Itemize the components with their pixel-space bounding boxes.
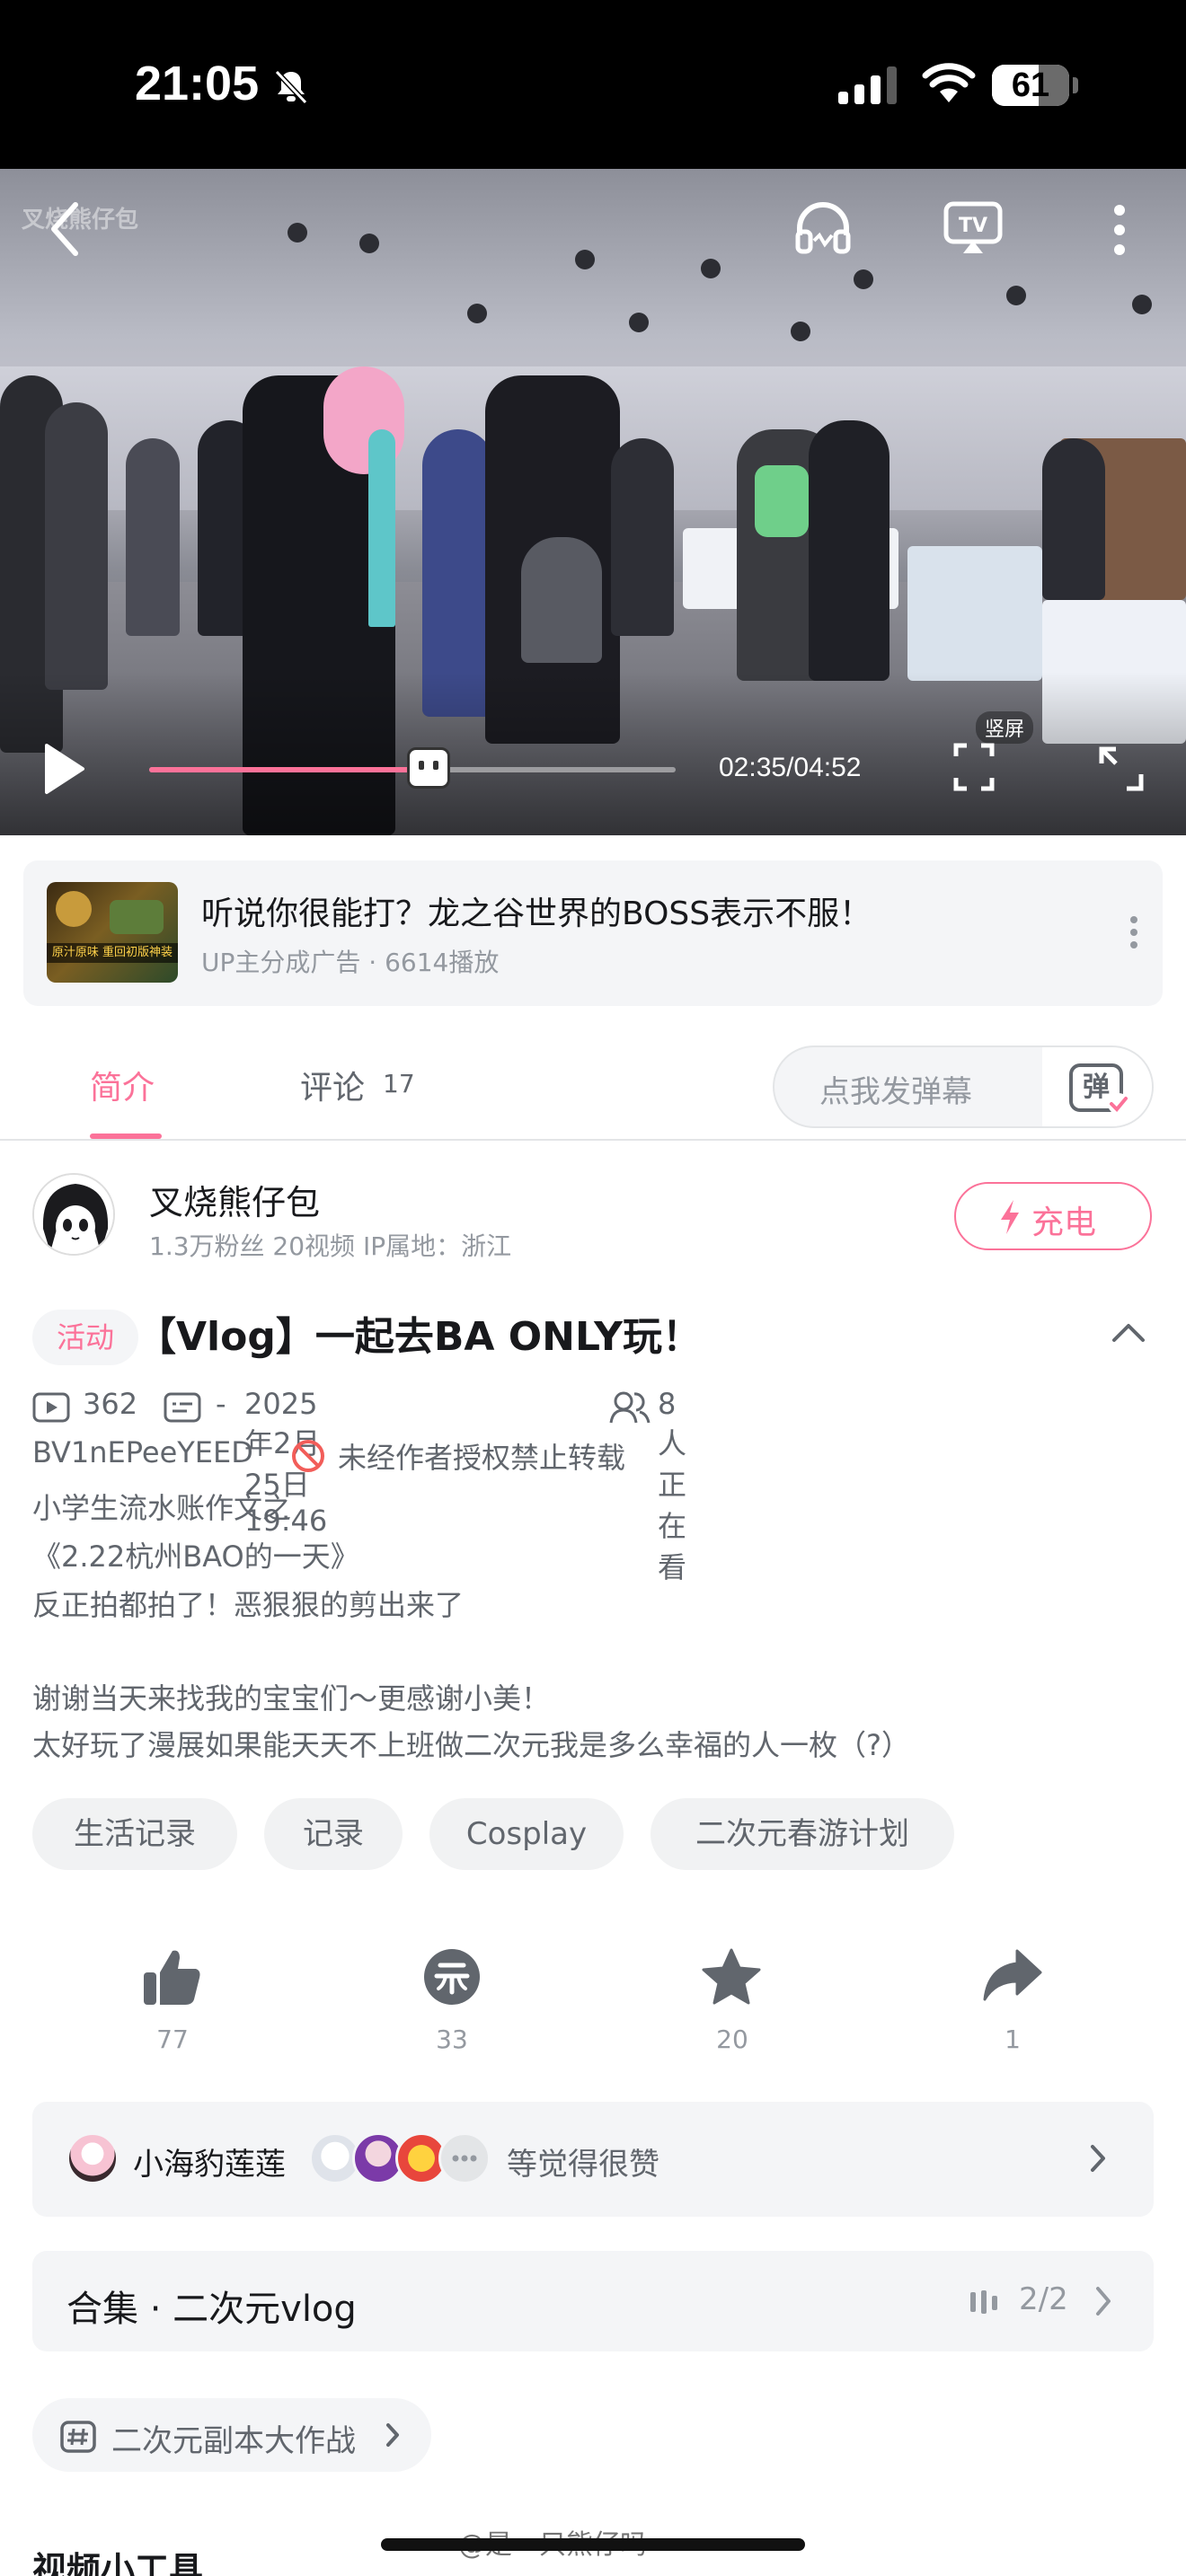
no-repost-notice: 未经作者授权禁止转载	[338, 1441, 626, 1475]
tv-cast-icon[interactable]: TV	[943, 201, 1003, 257]
tab-comments-count: 17	[383, 1069, 415, 1098]
topic-label: 二次元副本大作战	[111, 2423, 356, 2459]
liker-avatar	[66, 2132, 119, 2184]
danmaku-count-icon	[164, 1392, 201, 1423]
tools-section-title: 视频小工具	[32, 2550, 204, 2576]
wifi-icon	[922, 63, 976, 102]
battery-level: 61	[1011, 66, 1050, 104]
watching-icon	[609, 1391, 651, 1424]
danmaku-count: -	[216, 1387, 226, 1421]
danmaku-toggle-button[interactable]: 弹	[1042, 1047, 1152, 1126]
danmaku-input[interactable]: 点我发弹幕 弹	[773, 1045, 1154, 1128]
check-icon	[1108, 1093, 1129, 1115]
share-count: 1	[1005, 2025, 1021, 2054]
ad-thumbnail: 原汁原味 重回初版神装	[47, 882, 178, 983]
vertical-screen-label: 竖屏	[976, 711, 1034, 744]
watching-count: 8人正在看	[658, 1387, 687, 1584]
ad-thumb-text: 原汁原味 重回初版神装	[47, 943, 178, 963]
status-bar: 21:05 61	[0, 0, 1186, 169]
description-line: 谢谢当天来找我的宝宝们～更感谢小美！	[32, 1681, 551, 1716]
danmaku-placeholder: 点我发弹幕	[819, 1074, 972, 1110]
app-screen: { "status_bar": { "time": "21:05", "batt…	[0, 0, 1186, 2576]
headphones-icon[interactable]	[794, 199, 852, 255]
liked-by-text: 等觉得很赞	[507, 2147, 659, 2183]
topic-chip[interactable]: 二次元副本大作战	[32, 2398, 431, 2472]
charge-button[interactable]: 充电	[954, 1182, 1152, 1250]
share-icon[interactable]	[983, 1947, 1042, 2003]
more-likers-icon	[438, 2132, 491, 2184]
event-badge[interactable]: 活动	[32, 1310, 138, 1365]
chevron-up-icon[interactable]	[1111, 1322, 1146, 1344]
topic-hash-icon	[60, 2421, 96, 2453]
tabs-divider	[0, 1139, 1186, 1141]
coin-count: 33	[436, 2025, 468, 2054]
favorite-star-icon[interactable]	[701, 1947, 762, 2007]
tab-comments[interactable]: 评论	[300, 1062, 365, 1108]
status-time: 21:05	[135, 57, 260, 110]
fullscreen-icon[interactable]	[1098, 745, 1145, 792]
view-count: 362	[83, 1387, 138, 1421]
chevron-right-icon	[1091, 2145, 1105, 2172]
tag-chip[interactable]: 二次元春游计划	[651, 1798, 954, 1870]
ad-subtitle: UP主分成广告 · 6614播放	[201, 948, 500, 977]
lightning-icon	[1001, 1200, 1019, 1234]
chevron-right-icon	[386, 2423, 399, 2447]
progress-thumb[interactable]	[407, 747, 450, 789]
play-icon[interactable]	[40, 742, 86, 796]
progress-fill	[149, 767, 429, 772]
description-line: 小学生流水账作文之	[32, 1491, 292, 1525]
bvid[interactable]: BV1nEPeeYEED	[32, 1435, 253, 1469]
play-count-icon	[32, 1392, 70, 1423]
uploader-meta: 1.3万粉丝 20视频 IP属地：浙江	[149, 1231, 512, 1261]
more-vertical-icon[interactable]	[1111, 203, 1128, 257]
like-count: 77	[156, 2025, 189, 2054]
tag-chip[interactable]: 生活记录	[32, 1798, 237, 1870]
uploader-avatar[interactable]	[32, 1173, 115, 1256]
ad-more-icon[interactable]	[1128, 914, 1139, 950]
liked-by-card[interactable]: 小海豹莲莲 等觉得很赞	[32, 2102, 1154, 2217]
collection-card[interactable]: 合集 · 二次元vlog 2/2	[32, 2251, 1154, 2351]
collection-count: 2/2	[1019, 2281, 1068, 2317]
uploader-name[interactable]: 叉烧熊仔包	[149, 1175, 320, 1224]
charge-label: 充电	[1031, 1204, 1097, 1241]
tag-chip[interactable]: Cosplay	[429, 1798, 624, 1870]
back-icon[interactable]	[47, 199, 83, 259]
no-repost-icon	[292, 1440, 324, 1472]
playlist-icon	[970, 2290, 997, 2314]
cell-signal-icon	[838, 66, 897, 104]
collection-title: 合集 · 二次元vlog	[66, 2289, 357, 2330]
coin-icon[interactable]	[422, 1947, 482, 2007]
description-line: 太好玩了漫展如果能天天不上班做二次元我是多么幸福的人一枚（?）	[32, 1728, 910, 1762]
tab-intro[interactable]: 简介	[90, 1062, 155, 1108]
vertical-fullscreen-icon[interactable]	[952, 742, 996, 792]
ad-title: 听说你很能打？龙之谷世界的BOSS表示不服！	[201, 895, 872, 932]
description-line: 《2.22杭州BAO的一天》	[32, 1539, 359, 1574]
favorite-count: 20	[716, 2025, 748, 2054]
battery-indicator: 61	[992, 65, 1069, 106]
ad-card[interactable]: 原汁原味 重回初版神装 听说你很能打？龙之谷世界的BOSS表示不服！ UP主分成…	[23, 860, 1163, 1006]
like-icon[interactable]	[142, 1947, 203, 2007]
video-title: 【Vlog】一起去BA ONLY玩！	[137, 1314, 703, 1360]
bell-off-icon	[274, 69, 308, 105]
chevron-right-icon	[1096, 2287, 1111, 2316]
playback-time: 02:35/04:52	[719, 753, 862, 782]
liker-name[interactable]: 小海豹莲莲	[133, 2139, 286, 2183]
home-indicator[interactable]	[381, 2538, 805, 2551]
description-line: 反正拍都拍了！恶狠狠的剪出来了	[32, 1588, 465, 1622]
svg-text:TV: TV	[959, 215, 987, 237]
tag-chip[interactable]: 记录	[264, 1798, 403, 1870]
